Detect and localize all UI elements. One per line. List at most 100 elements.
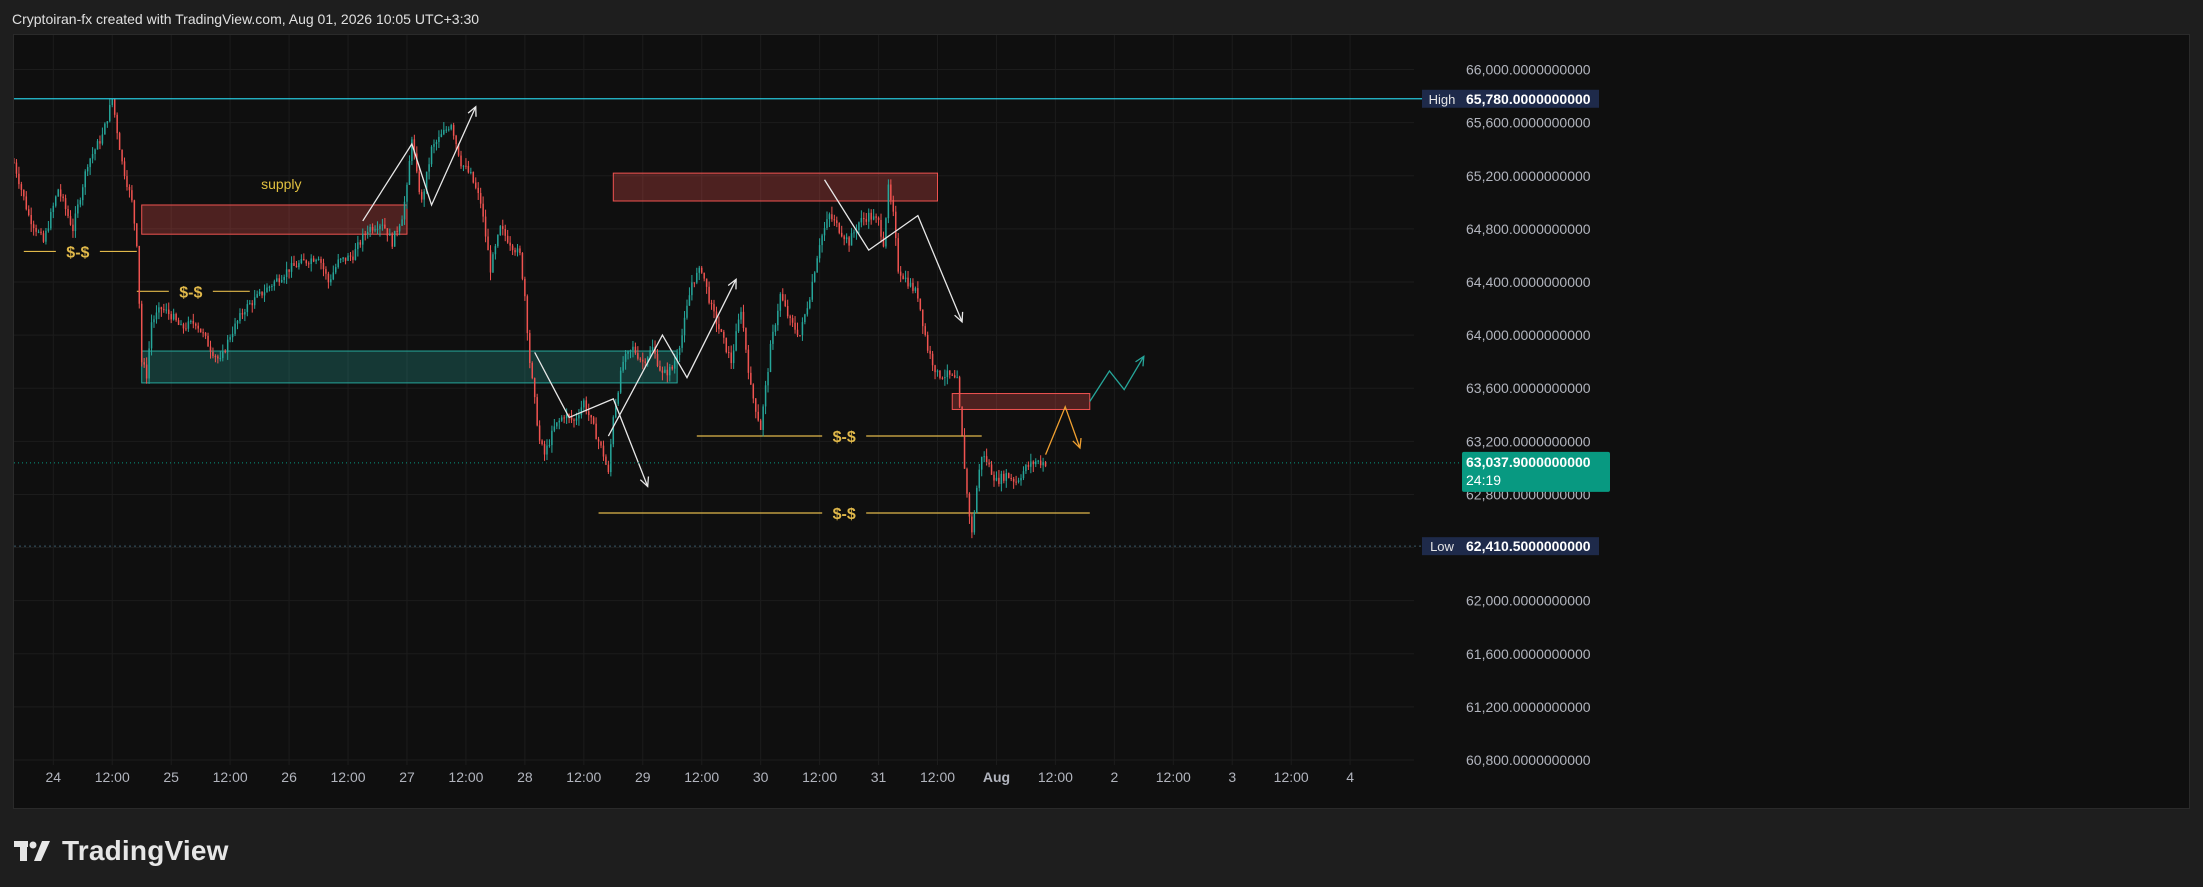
candle-body bbox=[806, 308, 809, 315]
candle-body bbox=[438, 136, 440, 143]
candle-body bbox=[433, 144, 435, 147]
candle-body bbox=[344, 257, 347, 261]
candle-body bbox=[1005, 473, 1008, 481]
candle-body bbox=[479, 193, 482, 204]
candle-body bbox=[64, 198, 67, 210]
candle-body bbox=[163, 309, 165, 311]
candle-body bbox=[77, 204, 79, 214]
candle-body bbox=[971, 516, 973, 533]
candle-body bbox=[366, 231, 369, 235]
candle-body bbox=[700, 267, 703, 273]
candle-body bbox=[683, 317, 686, 336]
candle-body bbox=[96, 141, 99, 150]
x-tick-label: 30 bbox=[753, 769, 769, 785]
candle-body bbox=[907, 277, 909, 287]
candle-body bbox=[1022, 471, 1025, 479]
candle-body bbox=[531, 363, 533, 379]
candle-body bbox=[79, 200, 82, 205]
candle-body bbox=[143, 362, 145, 365]
candle-body bbox=[796, 329, 799, 336]
candle-body bbox=[305, 260, 308, 264]
candle-body bbox=[430, 146, 433, 165]
candle-body bbox=[848, 237, 850, 246]
candle-body bbox=[199, 328, 202, 333]
candle-body bbox=[560, 417, 563, 421]
candle-body bbox=[899, 271, 902, 276]
y-tick-label: 65,200.0000000000 bbox=[1466, 168, 1591, 184]
candle-body bbox=[492, 254, 494, 273]
candle-body bbox=[529, 333, 531, 364]
candle-body bbox=[190, 320, 192, 322]
axes: 66,000.0000000000 65,600.0000000000 65,200… bbox=[14, 62, 1610, 785]
candle-body bbox=[558, 420, 561, 423]
candle-body bbox=[897, 238, 899, 272]
candle-body bbox=[231, 333, 234, 338]
candle-body bbox=[99, 141, 101, 144]
candle-body bbox=[357, 242, 359, 250]
candle-body bbox=[362, 233, 364, 245]
candle-body bbox=[656, 353, 659, 367]
candle-body bbox=[732, 350, 735, 364]
candlestick-chart[interactable]: supply $-$ $-$ $-$ $-$ 66,000.0000000000 65,… bbox=[14, 35, 2189, 808]
low-tag-label: Low bbox=[1430, 539, 1454, 554]
candle-body bbox=[202, 332, 204, 334]
candle-body bbox=[349, 255, 352, 257]
candle-body bbox=[364, 233, 366, 235]
candle-body bbox=[177, 320, 180, 325]
candle-body bbox=[209, 346, 212, 352]
candle-body bbox=[475, 182, 477, 188]
candle-body bbox=[506, 235, 509, 243]
candle-body bbox=[393, 230, 396, 247]
candle-body bbox=[1032, 461, 1035, 465]
candle-body bbox=[870, 212, 872, 220]
candle-body bbox=[727, 352, 730, 354]
candle-body bbox=[91, 154, 94, 159]
candle-body bbox=[55, 196, 57, 206]
candle-body bbox=[725, 337, 728, 353]
candle-body bbox=[204, 332, 207, 336]
candle-body bbox=[595, 423, 597, 440]
candle-body bbox=[261, 291, 263, 296]
candle-body bbox=[406, 184, 408, 202]
x-tick-label: 31 bbox=[871, 769, 887, 785]
candle-body bbox=[1010, 477, 1012, 480]
chart-panel[interactable]: supply $-$ $-$ $-$ $-$ 66,000.0000000000 65,… bbox=[13, 34, 2190, 809]
candle-body bbox=[526, 296, 529, 334]
candle-body bbox=[939, 370, 941, 378]
candle-body bbox=[224, 350, 226, 353]
candle-body bbox=[1003, 473, 1005, 481]
candle-body bbox=[514, 250, 516, 253]
candle-body bbox=[185, 328, 187, 330]
candle-body bbox=[553, 426, 556, 431]
candle-body bbox=[563, 417, 565, 419]
candle-body bbox=[330, 279, 332, 283]
y-tick-label: 65,600.0000000000 bbox=[1466, 115, 1591, 131]
candle-body bbox=[295, 265, 298, 268]
candle-body bbox=[234, 323, 236, 334]
candle-body bbox=[693, 282, 696, 284]
candle-body bbox=[779, 294, 782, 311]
candle-body bbox=[403, 201, 406, 220]
candle-body bbox=[30, 215, 32, 225]
candle-body bbox=[266, 287, 268, 293]
tradingview-logo[interactable]: TradingView bbox=[14, 835, 229, 867]
arrow-orange bbox=[1044, 404, 1081, 455]
candle-body bbox=[253, 297, 256, 306]
x-tick-label: 28 bbox=[517, 769, 533, 785]
candle-body bbox=[140, 303, 143, 363]
candle-body bbox=[533, 378, 536, 398]
x-tick-label: Aug bbox=[983, 769, 1010, 785]
candle-body bbox=[27, 209, 30, 216]
candle-body bbox=[280, 279, 283, 283]
x-tick-label: 25 bbox=[163, 769, 179, 785]
candle-body bbox=[268, 286, 271, 288]
candle-body bbox=[828, 214, 831, 220]
candle-body bbox=[111, 98, 113, 105]
candle-body bbox=[548, 445, 551, 447]
candle-body bbox=[300, 259, 303, 264]
candle-body bbox=[278, 278, 281, 283]
candle-body bbox=[791, 318, 794, 323]
zone-supply-right bbox=[951, 393, 1091, 410]
candle-body bbox=[961, 406, 963, 436]
candle-body bbox=[772, 331, 774, 344]
